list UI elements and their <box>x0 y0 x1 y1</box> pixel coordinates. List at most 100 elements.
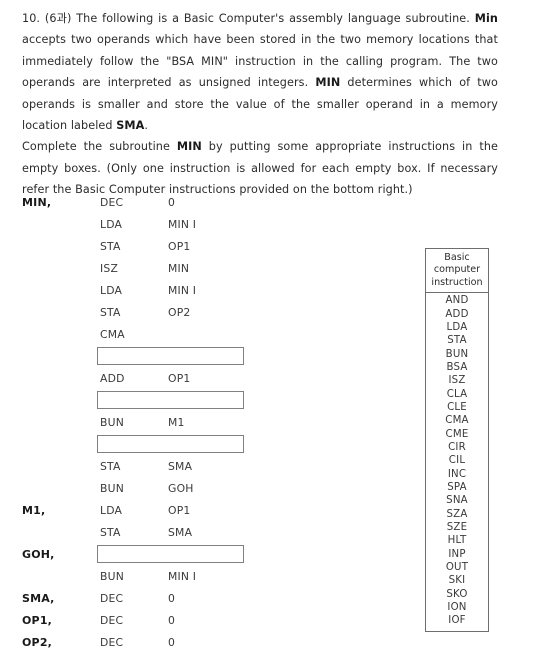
code-operand: SMA <box>168 460 193 473</box>
code-label-op1: OP1, <box>22 614 53 627</box>
code-row: OP1, DEC 0 <box>0 610 300 632</box>
code-operand: M1 <box>168 416 185 429</box>
instruction-item-isz: ISZ <box>448 375 466 387</box>
instruction-item-ion: ION <box>447 602 467 614</box>
instruction-item-add: ADD <box>445 308 469 320</box>
instruction-table-header-line-2: instruction <box>431 276 483 288</box>
code-row: BUN GOH <box>0 478 300 500</box>
code-mnemonic: BUN <box>100 482 124 495</box>
code-operand: MIN <box>168 262 190 275</box>
code-mnemonic: LDA <box>100 218 123 231</box>
instruction-item-cle: CLE <box>447 401 467 413</box>
code-label-min: MIN, <box>22 196 52 209</box>
answer-input-box[interactable] <box>97 435 244 453</box>
instruction-item-cme: CME <box>445 428 469 440</box>
instruction-item-out: OUT <box>445 562 469 574</box>
instruction-table-header-line-1: computer <box>433 264 481 276</box>
instruction-item-bun: BUN <box>445 348 469 360</box>
instruction-item-sta: STA <box>447 335 467 347</box>
instruction-item-inc: INC <box>447 468 467 480</box>
code-row: STA OP2 <box>0 302 300 324</box>
code-row: SMA, DEC 0 <box>0 588 300 610</box>
code-mnemonic: DEC <box>100 592 124 605</box>
instruction-item-spa: SPA <box>447 482 467 494</box>
instruction-item-cla: CLA <box>446 388 468 400</box>
question-p1-run-6: . <box>144 119 149 133</box>
instruction-item-sza: SZA <box>446 508 468 520</box>
code-row: ADD OP1 <box>0 368 300 390</box>
code-operand: OP1 <box>168 504 191 517</box>
instruction-table-header: Basic computer instruction <box>426 249 488 294</box>
code-row: LDA MIN I <box>0 280 300 302</box>
code-mnemonic: STA <box>100 460 121 473</box>
code-operand: MIN I <box>168 570 197 583</box>
answer-input-box[interactable] <box>97 545 244 563</box>
instruction-item-cir: CIR <box>448 442 466 453</box>
instruction-list: AND ADD LDA STA BUN BSA ISZ CLA CLE CMA CME CIR CIL I… <box>426 293 488 631</box>
answer-input-box[interactable] <box>97 347 244 365</box>
code-label-sma: SMA, <box>22 592 55 605</box>
code-mnemonic: DEC <box>100 636 124 649</box>
instruction-item-cil: CIL <box>448 455 466 467</box>
code-mnemonic: BUN <box>100 416 124 429</box>
instruction-item-bsa: BSA <box>446 361 468 373</box>
answer-input-box[interactable] <box>97 391 244 409</box>
code-mnemonic: LDA <box>100 284 123 297</box>
question-p1-run-3: MIN <box>315 76 341 90</box>
code-row: M1, LDA OP1 <box>0 500 300 522</box>
code-operand: OP1 <box>168 372 191 385</box>
code-label-goh: GOH, <box>22 548 55 561</box>
assembly-code-listing: MIN, DEC 0 LDA MIN I STA OP1 ISZ MIN LDA MIN I STA O… <box>0 192 300 654</box>
instruction-item-inp: INP <box>448 548 466 560</box>
instruction-item-lda: LDA <box>446 321 468 333</box>
instruction-table-header-line-0: Basic <box>444 252 470 263</box>
instruction-item-sko: SKO <box>446 588 468 600</box>
code-operand: 0 <box>168 636 176 649</box>
code-mnemonic: STA <box>100 240 121 253</box>
question-block: 10. (6과) The following is a Basic Comput… <box>22 8 498 201</box>
code-mnemonic: DEC <box>100 196 124 209</box>
question-p2-run-1: MIN <box>176 140 202 154</box>
question-paragraph-1: 10. (6과) The following is a Basic Comput… <box>22 8 498 136</box>
instruction-item-ski: SKI <box>448 575 466 587</box>
basic-computer-instruction-table: Basic computer instruction AND ADD LDA STA BUN… <box>425 248 489 632</box>
code-mnemonic: ISZ <box>100 262 119 275</box>
code-operand: 0 <box>168 592 176 605</box>
code-row-answer-box <box>0 346 300 368</box>
instruction-item-and: AND <box>445 295 469 307</box>
code-mnemonic: LDA <box>100 504 123 517</box>
code-operand: MIN I <box>168 284 197 297</box>
instruction-item-sna: SNA <box>446 495 468 507</box>
instruction-item-sze: SZE <box>446 522 468 534</box>
code-row: BUN M1 <box>0 412 300 434</box>
code-label-op2: OP2, <box>22 636 53 649</box>
code-operand: OP1 <box>168 240 191 253</box>
question-p1-run-1: Min <box>474 12 498 25</box>
question-p1-run-0: 10. (6과) The following is a Basic Comput… <box>22 12 475 25</box>
code-row-answer-box: GOH, <box>0 544 300 566</box>
instruction-item-cma: CMA <box>445 415 469 427</box>
code-operand: MIN I <box>168 218 197 231</box>
question-p2-run-0: Complete the subroutine <box>22 140 177 154</box>
code-mnemonic: BUN <box>100 570 124 583</box>
code-mnemonic: ADD <box>100 372 125 385</box>
code-row: ISZ MIN <box>0 258 300 280</box>
code-row: LDA MIN I <box>0 214 300 236</box>
instruction-item-hlt: HLT <box>447 535 467 547</box>
code-operand: GOH <box>168 482 194 495</box>
code-operand: OP2 <box>168 306 191 319</box>
code-operand: 0 <box>168 196 176 209</box>
code-operand: SMA <box>168 526 193 539</box>
question-p1-run-5: SMA <box>116 119 145 133</box>
code-row: STA SMA <box>0 456 300 478</box>
code-label-m1: M1, <box>22 504 46 517</box>
code-mnemonic: STA <box>100 526 121 539</box>
code-row: CMA <box>0 324 300 346</box>
code-mnemonic: CMA <box>100 328 125 341</box>
code-row-answer-box <box>0 434 300 456</box>
code-operand: 0 <box>168 614 176 627</box>
code-row-answer-box <box>0 390 300 412</box>
code-row: MIN, DEC 0 <box>0 192 300 214</box>
code-row: BUN MIN I <box>0 566 300 588</box>
code-mnemonic: DEC <box>100 614 124 627</box>
